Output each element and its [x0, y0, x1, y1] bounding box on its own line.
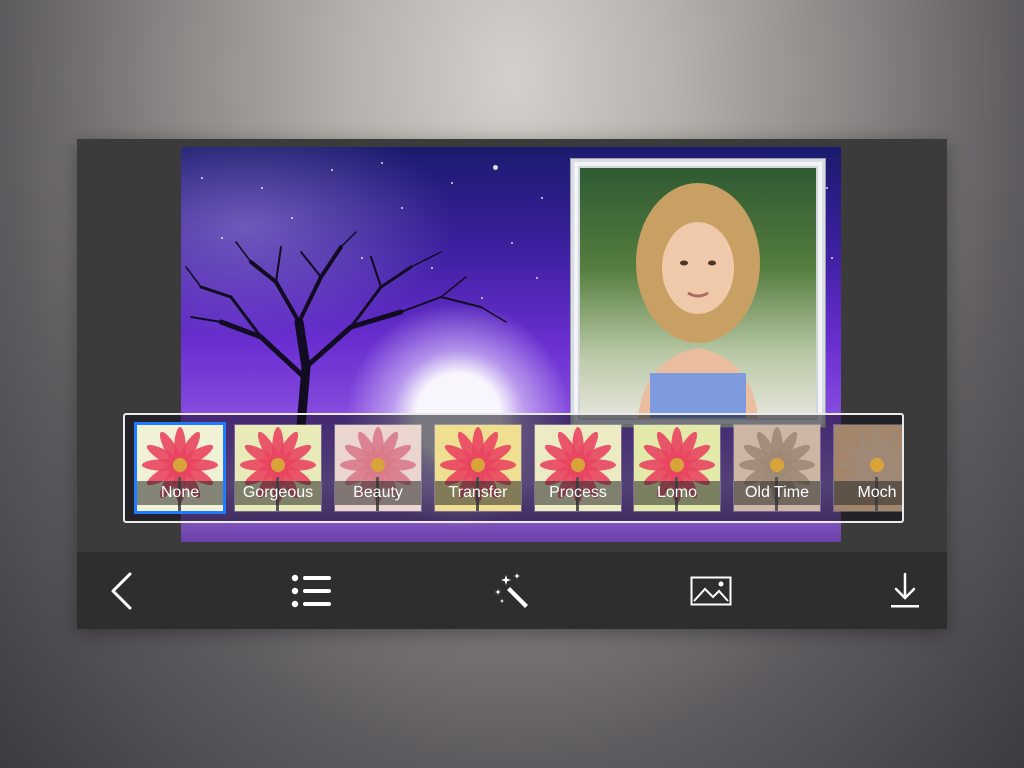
effects-button[interactable]: [490, 570, 534, 612]
filter-label: Process: [535, 481, 621, 505]
filter-thumb[interactable]: Moch: [833, 424, 902, 512]
filter-label: Moch: [834, 481, 902, 505]
bottom-toolbar: [77, 552, 947, 629]
filter-label: Beauty: [335, 481, 421, 505]
filter-label: Old Time: [734, 481, 820, 505]
filter-strip[interactable]: None Gorgeous Beauty Transfer Process Lomo Old…: [123, 413, 904, 523]
download-icon: [891, 572, 919, 608]
filter-label: Gorgeous: [235, 481, 321, 505]
back-chevron-icon: [111, 572, 132, 610]
portrait-frame[interactable]: [571, 159, 825, 427]
filter-thumb[interactable]: None: [134, 422, 226, 514]
filter-thumb[interactable]: Beauty: [334, 424, 422, 512]
back-button[interactable]: [99, 570, 143, 612]
list-button[interactable]: [290, 570, 334, 612]
silhouette-tree: [185, 231, 507, 427]
filter-thumb[interactable]: Gorgeous: [234, 424, 322, 512]
filter-thumb[interactable]: Lomo: [633, 424, 721, 512]
editor-window: [77, 139, 947, 629]
filter-label: Transfer: [435, 481, 521, 505]
filter-thumb[interactable]: Transfer: [434, 424, 522, 512]
gallery-button[interactable]: [689, 570, 733, 612]
portrait-photo: [580, 168, 816, 418]
filter-thumb[interactable]: Process: [534, 424, 622, 512]
filter-label: None: [137, 481, 223, 505]
download-button[interactable]: [883, 570, 927, 612]
filter-label: Lomo: [634, 481, 720, 505]
filter-thumb[interactable]: Old Time: [733, 424, 821, 512]
image-icon: [690, 576, 732, 606]
list-icon: [291, 574, 331, 608]
magic-wand-icon: [495, 573, 528, 608]
